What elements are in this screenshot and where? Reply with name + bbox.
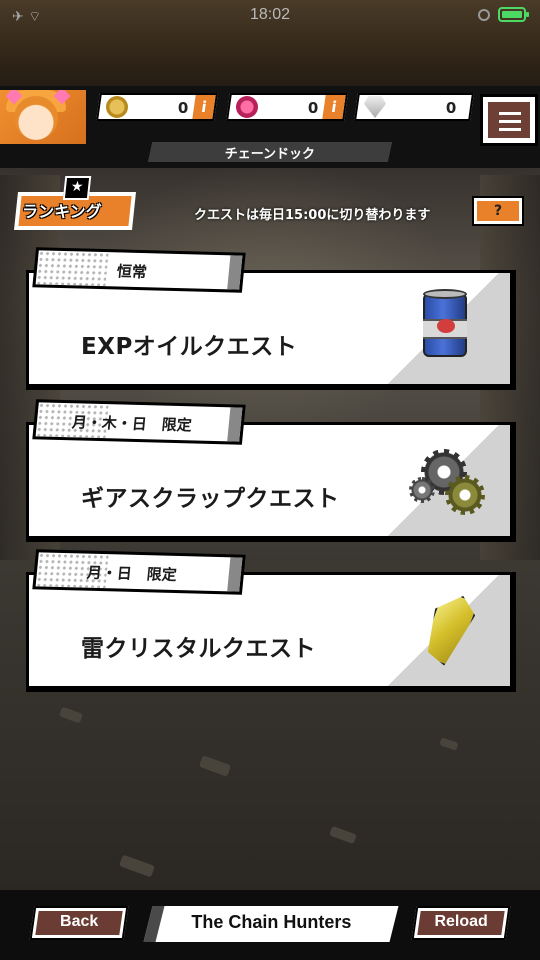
- status-time: 18:02: [249, 6, 291, 23]
- oil-barrel-icon: [407, 287, 487, 367]
- currency-gem: 0 i: [226, 93, 348, 121]
- star-icon: ★: [62, 176, 92, 200]
- reload-button[interactable]: Reload: [411, 906, 511, 940]
- hamburger-icon: [488, 102, 530, 138]
- back-label: Back: [60, 913, 99, 930]
- quest-card-thunder-crystal[interactable]: 雷クリスタルクエスト 月・日 限定: [26, 549, 516, 692]
- gears-icon: [409, 447, 489, 527]
- avatar[interactable]: [0, 90, 86, 144]
- quest-availability-tag: 恒常: [32, 247, 246, 293]
- app-title-banner: The Chain Hunters: [143, 906, 399, 942]
- battery-icon: [498, 7, 529, 22]
- pink-gem-icon: [236, 96, 258, 118]
- back-button[interactable]: Back: [29, 906, 129, 940]
- currency-gold-info-button[interactable]: i: [192, 95, 216, 119]
- quest-availability-tag: 月・木・日 限定: [32, 399, 246, 445]
- status-right: [478, 7, 529, 22]
- quest-title: ギアスクラップクエスト: [81, 486, 340, 512]
- reload-label: Reload: [434, 913, 488, 930]
- quest-card-panel: 雷クリスタルクエスト: [29, 575, 510, 686]
- currency-gem-info-button[interactable]: i: [322, 95, 346, 119]
- location-banner: チェーンドック: [147, 142, 393, 162]
- currency-gold: 0 i: [96, 93, 218, 121]
- location-label: チェーンドック: [224, 147, 316, 162]
- currency-diamond: 0: [354, 93, 474, 121]
- currency-diamond-value: 0: [445, 99, 456, 117]
- status-bar: ✈ ︎⌔ 18:02: [0, 0, 540, 34]
- yellow-crystal-icon: [409, 589, 489, 669]
- quest-title: 雷クリスタルクエスト: [81, 636, 316, 662]
- currency-gold-value: 0: [177, 99, 188, 117]
- quest-rotation-notice: クエストは毎日15:00に切り替わります: [194, 208, 431, 223]
- avatar-face: [14, 96, 58, 140]
- quest-title: EXPオイルクエスト: [81, 334, 298, 360]
- quest-card-gear-scrap[interactable]: ギアスクラップクエスト 月・木・日 限定: [26, 399, 516, 542]
- quest-card-exp-oil[interactable]: EXPオイルクエスト 恒常: [26, 247, 516, 390]
- currency-gem-value: 0: [307, 99, 318, 117]
- app-title: The Chain Hunters: [191, 912, 352, 932]
- quest-card-panel: EXPオイルクエスト: [29, 273, 510, 384]
- menu-button[interactable]: [480, 94, 538, 146]
- help-button[interactable]: ?: [472, 196, 524, 226]
- ranking-label: ランキング: [22, 202, 102, 221]
- help-label: ?: [477, 201, 519, 221]
- quest-card-panel: ギアスクラップクエスト: [29, 425, 510, 536]
- gold-coin-icon: [106, 96, 128, 118]
- screen-record-icon: [478, 8, 490, 21]
- diamond-icon: [364, 96, 386, 118]
- quest-availability-tag: 月・日 限定: [32, 549, 246, 595]
